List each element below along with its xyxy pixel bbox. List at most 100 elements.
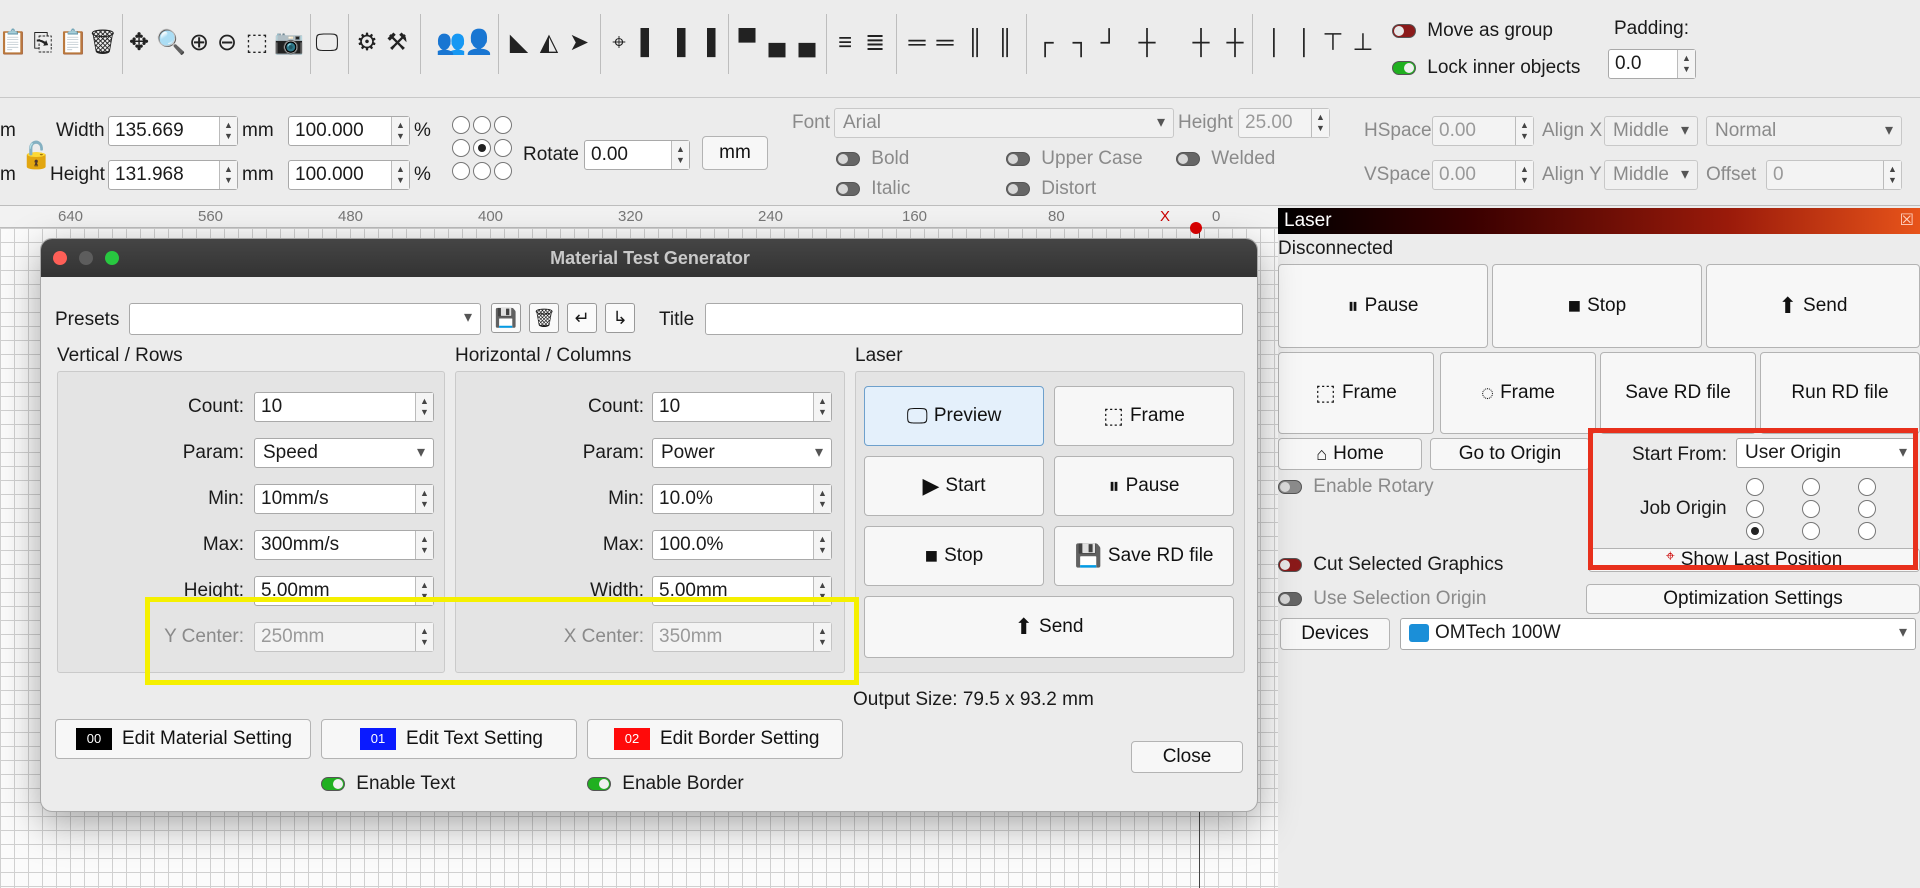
- spin-arrows-icon[interactable]: ▲ ▼: [391, 117, 409, 145]
- enable-rotary-toggle[interactable]: Enable Rotary: [1278, 476, 1434, 498]
- align-x-select[interactable]: Middle: [1604, 116, 1698, 146]
- spin-arrows-icon[interactable]: ▲ ▼: [415, 393, 433, 421]
- vspace-input[interactable]: 0.00 ▲ ▼: [1432, 160, 1534, 190]
- spin-arrows-icon[interactable]: ▲ ▼: [391, 161, 409, 189]
- spacing-c-icon[interactable]: ║: [962, 30, 988, 56]
- spin-arrows-icon[interactable]: ▲ ▼: [415, 485, 433, 513]
- laser-frame-circle-button[interactable]: ◌ Frame: [1440, 352, 1596, 434]
- corner-tl-icon[interactable]: ┌: [1032, 30, 1058, 56]
- mirror-v-icon[interactable]: ◭: [536, 30, 562, 56]
- zoom-in-icon[interactable]: ⊕: [186, 30, 212, 56]
- user-icon[interactable]: 👤: [464, 30, 494, 56]
- camera-icon[interactable]: 📷: [274, 30, 304, 56]
- path3-icon[interactable]: ┼: [1188, 30, 1214, 56]
- distort-toggle[interactable]: Distort: [1006, 178, 1096, 200]
- anchor-radio[interactable]: [473, 162, 491, 180]
- move-icon[interactable]: ✥: [126, 30, 152, 56]
- anchor-radio[interactable]: [452, 139, 470, 157]
- mirror-h-icon[interactable]: ◣: [506, 30, 532, 56]
- unit-mm-button[interactable]: mm: [702, 136, 768, 170]
- rows-min-input[interactable]: 10mm/s ▲ ▼: [254, 484, 434, 514]
- dialog-frame-button[interactable]: ⬚ Frame: [1054, 386, 1234, 446]
- rows-param-select[interactable]: Speed: [254, 438, 434, 468]
- tools-icon[interactable]: ⚒: [384, 30, 410, 56]
- use-selection-origin-toggle[interactable]: Use Selection Origin: [1278, 588, 1486, 610]
- dialog-pause-button[interactable]: ⏸ Pause: [1054, 456, 1234, 516]
- laser-stop-button[interactable]: ■ Stop: [1492, 264, 1702, 348]
- go-to-origin-button[interactable]: Go to Origin: [1430, 438, 1590, 470]
- cols-count-input[interactable]: 10 ▲ ▼: [652, 392, 832, 422]
- lock-icon[interactable]: 🔓: [20, 140, 52, 171]
- cut-selected-toggle[interactable]: Cut Selected Graphics: [1278, 554, 1503, 576]
- laser-send-button[interactable]: ⬆ Send: [1706, 264, 1920, 348]
- anchor-radio[interactable]: [494, 162, 512, 180]
- copy-icon[interactable]: ⎘: [30, 30, 56, 56]
- align-bottom-icon[interactable]: ▄: [794, 30, 820, 56]
- spin-arrows-icon[interactable]: ▲ ▼: [1311, 109, 1329, 137]
- anchor-grid[interactable]: [452, 116, 514, 182]
- laser-pause-button[interactable]: ⏸ Pause: [1278, 264, 1488, 348]
- align-middle-icon[interactable]: ▄: [764, 30, 790, 56]
- distribute-icon[interactable]: ≡: [832, 30, 858, 56]
- align-t2-icon[interactable]: ⊤: [1320, 30, 1346, 56]
- device-select[interactable]: OMTech 100W: [1400, 618, 1916, 650]
- font-height-input[interactable]: 25.00 ▲ ▼: [1238, 108, 1330, 138]
- spacing-h-icon[interactable]: ═: [904, 30, 930, 56]
- import-preset-icon[interactable]: ↵: [567, 303, 597, 333]
- group-icon[interactable]: 👥: [436, 30, 466, 56]
- dist-c-icon[interactable]: ║: [992, 30, 1018, 56]
- anchor-radio-selected[interactable]: [473, 139, 491, 157]
- spin-arrows-icon[interactable]: ▲ ▼: [1677, 50, 1695, 78]
- distribute2-icon[interactable]: ≣: [862, 30, 888, 56]
- spin-arrows-icon[interactable]: ▲ ▼: [1883, 161, 1901, 189]
- preview-button[interactable]: 🖵 Preview: [864, 386, 1044, 446]
- rows-max-input[interactable]: 300mm/s ▲ ▼: [254, 530, 434, 560]
- bold-toggle[interactable]: Bold: [836, 148, 909, 170]
- spacing-v-icon[interactable]: ═: [932, 30, 958, 56]
- laser-frame-button[interactable]: ⬚ Frame: [1278, 352, 1434, 434]
- export-preset-icon[interactable]: ↳: [605, 303, 635, 333]
- send-icon[interactable]: ➤: [566, 30, 592, 56]
- cols-param-select[interactable]: Power: [652, 438, 832, 468]
- minimize-window-icon[interactable]: [79, 251, 93, 265]
- edit-text-setting-button[interactable]: 01 Edit Text Setting: [321, 719, 577, 759]
- spin-arrows-icon[interactable]: ▲ ▼: [415, 531, 433, 559]
- dialog-stop-button[interactable]: ■ Stop: [864, 526, 1044, 586]
- path2-icon[interactable]: ┼: [1134, 30, 1160, 56]
- zoom-window-icon[interactable]: [105, 251, 119, 265]
- panel-close-icon[interactable]: ☒: [1900, 210, 1914, 230]
- italic-toggle[interactable]: Italic: [836, 178, 910, 200]
- welded-toggle[interactable]: Welded: [1176, 148, 1275, 170]
- enable-border-toggle[interactable]: Enable Border: [587, 773, 744, 795]
- close-window-icon[interactable]: [53, 251, 67, 265]
- optimization-settings-button[interactable]: Optimization Settings: [1586, 584, 1920, 614]
- paste-icon[interactable]: 📋: [0, 30, 28, 56]
- select-rect-icon[interactable]: ⬚: [244, 30, 270, 56]
- spin-arrows-icon[interactable]: ▲ ▼: [1515, 117, 1533, 145]
- enable-text-toggle[interactable]: Enable Text: [321, 773, 455, 795]
- corner-tr-icon[interactable]: ┐: [1068, 30, 1094, 56]
- width-input[interactable]: 135.669 ▲ ▼: [108, 116, 238, 146]
- spin-arrows-icon[interactable]: ▲ ▼: [219, 117, 237, 145]
- move-as-group-toggle[interactable]: Move as group: [1392, 20, 1553, 42]
- spin-arrows-icon[interactable]: ▲ ▼: [219, 161, 237, 189]
- cols-min-input[interactable]: 10.0% ▲ ▼: [652, 484, 832, 514]
- height-input[interactable]: 131.968 ▲ ▼: [108, 160, 238, 190]
- zoom-out-icon[interactable]: ⊖: [214, 30, 240, 56]
- spin-arrows-icon[interactable]: ▲ ▼: [671, 141, 689, 169]
- settings-icon[interactable]: ⚙: [354, 30, 380, 56]
- devices-button[interactable]: Devices: [1280, 618, 1390, 650]
- dialog-send-button[interactable]: ⬆ Send: [864, 596, 1234, 658]
- align-right-icon[interactable]: ▐: [694, 30, 720, 56]
- spin-arrows-icon[interactable]: ▲ ▼: [813, 485, 831, 513]
- align-top-icon[interactable]: ▀: [734, 30, 760, 56]
- rows-count-input[interactable]: 10 ▲ ▼: [254, 392, 434, 422]
- spin-arrows-icon[interactable]: ▲ ▼: [813, 531, 831, 559]
- target-icon[interactable]: ⌖: [606, 30, 632, 56]
- anchor-radio[interactable]: [494, 139, 512, 157]
- spacing-ii-icon[interactable]: │: [1292, 30, 1318, 56]
- edit-material-setting-button[interactable]: 00 Edit Material Setting: [55, 719, 311, 759]
- cols-max-input[interactable]: 100.0% ▲ ▼: [652, 530, 832, 560]
- presets-select[interactable]: [129, 303, 481, 335]
- close-button[interactable]: Close: [1131, 741, 1243, 773]
